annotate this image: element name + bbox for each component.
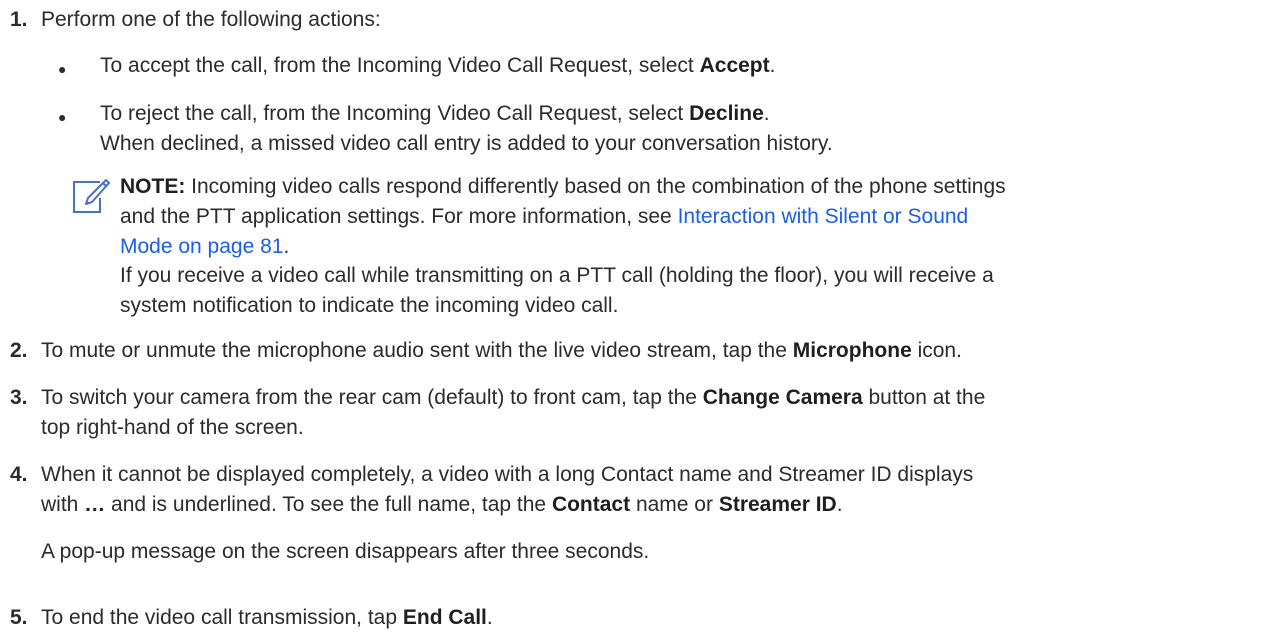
note-text: system notification to indicate the inco… xyxy=(120,294,619,317)
bullet-text: To accept the call, from the Incoming Vi… xyxy=(100,54,776,77)
note-text: and the PTT application settings. For mo… xyxy=(120,205,969,228)
step-result: A pop-up message on the screen disappear… xyxy=(41,540,650,563)
step-number: 3. xyxy=(10,386,28,409)
bullet-symbol: ● xyxy=(58,61,67,77)
step-number: 4. xyxy=(10,463,28,486)
note-pencil-icon xyxy=(70,178,110,218)
step-text-continued: top right-hand of the screen. xyxy=(41,416,304,439)
bullet-text: To reject the call, from the Incoming Vi… xyxy=(100,102,770,125)
step-number: 1. xyxy=(10,8,28,31)
note-label: NOTE: xyxy=(120,175,186,198)
step-number: 2. xyxy=(10,339,28,362)
note-text: NOTE: Incoming video calls respond diffe… xyxy=(120,175,1006,198)
step-text: When it cannot be displayed completely, … xyxy=(41,463,974,486)
bullet-symbol: ● xyxy=(58,109,67,125)
step-number: 5. xyxy=(10,606,28,629)
step-text: To end the video call transmission, tap … xyxy=(41,606,493,629)
note-text: Mode on page 81. xyxy=(120,235,290,258)
step-text: To mute or unmute the microphone audio s… xyxy=(41,339,962,362)
step-text: Perform one of the following actions: xyxy=(41,8,381,31)
bullet-text-continued: When declined, a missed video call entry… xyxy=(100,132,833,155)
note-text: If you receive a video call while transm… xyxy=(120,264,994,287)
note-link[interactable]: Interaction with Silent or Sound xyxy=(678,205,969,228)
note-link[interactable]: Mode on page 81 xyxy=(120,235,283,258)
step-text: To switch your camera from the rear cam … xyxy=(41,386,986,409)
step-text-continued: with … and is underlined. To see the ful… xyxy=(41,493,843,516)
